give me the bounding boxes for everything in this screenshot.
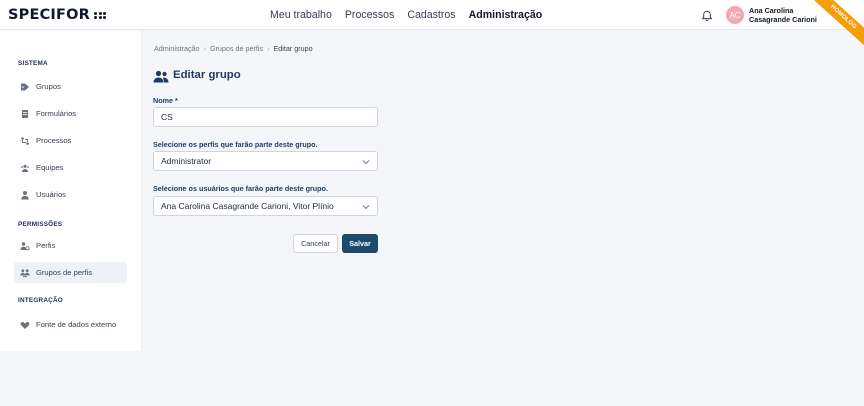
name-input[interactable]: CS (153, 107, 378, 127)
sidebar-item-grupos[interactable]: Grupos (14, 76, 127, 97)
sidebar-item-perfis[interactable]: Perfis (14, 235, 127, 256)
sidebar-item-formularios[interactable]: Formulários (14, 103, 127, 124)
user-name: Ana Carolina Casagrande Carioni (749, 6, 817, 24)
top-bar: SPECIFOR Meu trabalho Processos Cadastro… (0, 0, 864, 30)
page-title-text: Editar grupo (173, 68, 241, 81)
sidebar-item-equipes[interactable]: Equipes (14, 157, 127, 178)
document-icon (20, 109, 30, 119)
sidebar-item-processos[interactable]: Processos (14, 130, 127, 151)
profiles-label: Selecione os perfis que farão parte dest… (153, 140, 318, 149)
nav-item-meu-trabalho[interactable]: Meu trabalho (270, 9, 332, 21)
sidebar-section-permissoes: PERMISSÕES (18, 221, 63, 228)
chevron-down-icon (362, 158, 370, 166)
users-select-value: Ana Carolina Casagrande Carioni, Vitor P… (161, 201, 334, 211)
tag-icon (20, 82, 30, 92)
sidebar-item-label: Fonte de dados externo (36, 320, 117, 329)
nav-item-cadastros[interactable]: Cadastros (407, 9, 455, 21)
heart-icon (20, 320, 30, 330)
chevron-right-icon: › (203, 44, 206, 53)
user-icon (20, 190, 30, 200)
save-button[interactable]: Salvar (342, 234, 378, 253)
breadcrumb: Administração › Grupos de perfis › Edita… (154, 44, 313, 53)
sidebar-section-sistema: SISTEMA (18, 60, 48, 67)
nav-item-processos[interactable]: Processos (345, 9, 394, 21)
profile-group-icon (20, 268, 30, 278)
profiles-select-value: Administrator (161, 156, 212, 166)
sidebar-item-grupos-de-perfis[interactable]: Grupos de perfis (14, 262, 127, 283)
breadcrumb-item-administracao[interactable]: Administração (154, 44, 200, 53)
users-group-icon (153, 68, 169, 83)
profile-icon (20, 241, 30, 251)
sidebar-item-label: Perfis (36, 241, 56, 250)
profiles-select[interactable]: Administrator (153, 151, 378, 171)
users-label: Selecione os usuários que farão parte de… (153, 184, 328, 193)
sidebar-item-usuarios[interactable]: Usuários (14, 184, 127, 205)
sidebar-item-label: Grupos (36, 82, 61, 91)
sidebar-item-fonte-de-dados-externo[interactable]: Fonte de dados externo (14, 314, 127, 335)
breadcrumb-item-current: Editar grupo (273, 44, 313, 53)
chevron-right-icon: › (267, 44, 270, 53)
user-menu[interactable]: AC Ana Carolina Casagrande Carioni (726, 4, 829, 26)
sidebar-item-label: Formulários (36, 109, 77, 118)
name-label: Nome * (153, 96, 178, 105)
avatar: AC (726, 6, 744, 24)
breadcrumb-item-grupos-de-perfis[interactable]: Grupos de perfis (210, 44, 263, 53)
nav-item-administracao[interactable]: Administração (469, 9, 543, 21)
sidebar: SISTEMA Grupos Formulários Processos Equ… (0, 31, 142, 351)
process-icon (20, 136, 30, 146)
logo[interactable]: SPECIFOR (8, 6, 107, 24)
logo-dots-icon (94, 11, 107, 20)
team-icon (20, 163, 30, 173)
main-nav: Meu trabalho Processos Cadastros Adminis… (270, 0, 555, 30)
logo-text: SPECIFOR (8, 7, 91, 23)
users-select[interactable]: Ana Carolina Casagrande Carioni, Vitor P… (153, 196, 378, 216)
name-input-value: CS (161, 112, 173, 122)
cancel-button[interactable]: Cancelar (293, 234, 338, 253)
notification-bell-icon[interactable] (700, 8, 714, 22)
sidebar-item-label: Equipes (36, 163, 64, 172)
sidebar-item-label: Grupos de perfis (36, 268, 93, 277)
sidebar-section-integracao: INTEGRAÇÃO (18, 297, 63, 304)
sidebar-item-label: Processos (36, 136, 72, 145)
sidebar-item-label: Usuários (36, 190, 66, 199)
chevron-down-icon (362, 203, 370, 211)
page-title: Editar grupo (153, 68, 241, 83)
